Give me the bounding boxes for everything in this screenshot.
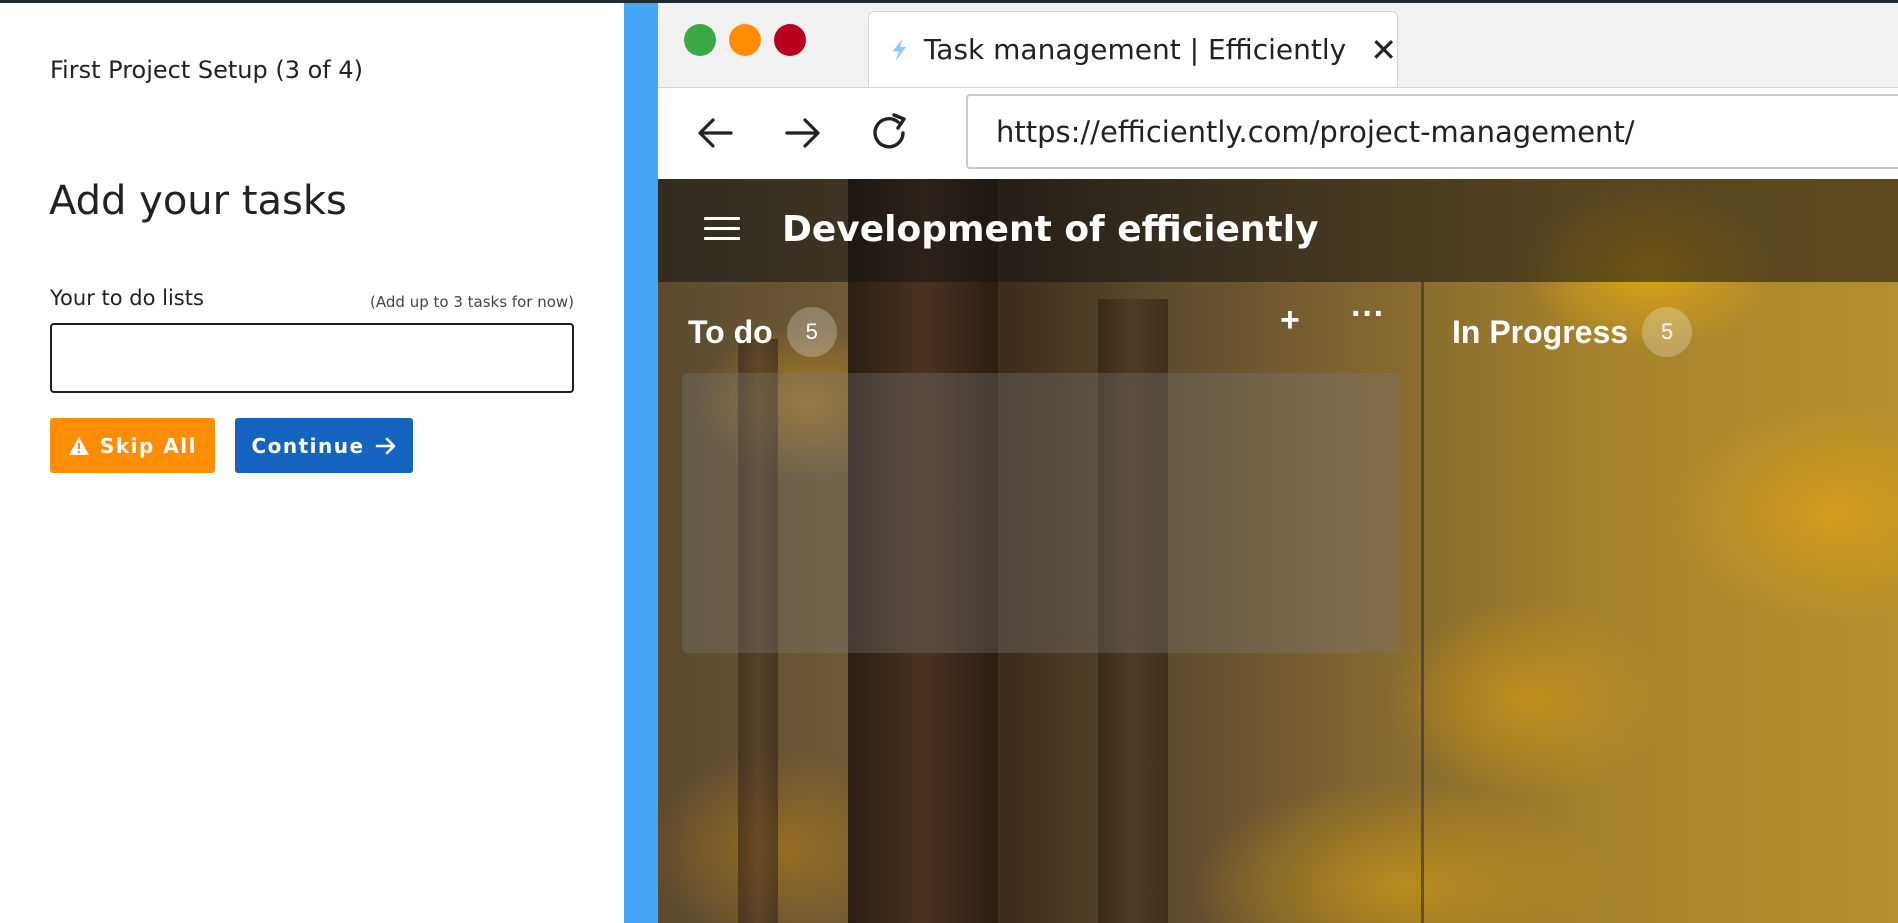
task-card-placeholder <box>682 373 1400 653</box>
address-bar[interactable]: https://efficiently.com/project-manageme… <box>966 94 1898 169</box>
column-title: In Progress <box>1452 313 1629 350</box>
board-header: Development of efficiently <box>658 179 1898 282</box>
task-count-badge: 5 <box>786 307 837 357</box>
reload-icon[interactable] <box>866 110 912 156</box>
url-text: https://efficiently.com/project-manageme… <box>996 114 1635 149</box>
column-title: To do <box>688 313 773 350</box>
skip-all-button[interactable]: Skip All <box>50 418 215 473</box>
column-header-in-progress: In Progress 5 <box>1452 307 1693 357</box>
skip-all-label: Skip All <box>99 433 198 458</box>
window-close-dot[interactable] <box>774 24 806 56</box>
setup-step-label: First Project Setup (3 of 4) <box>50 56 364 84</box>
more-options-icon[interactable]: ··· <box>1351 297 1385 331</box>
task-count-badge: 5 <box>1642 307 1693 357</box>
continue-label: Continue <box>251 433 365 458</box>
panel-divider <box>624 3 658 923</box>
todo-field-hint: (Add up to 3 tasks for now) <box>370 293 574 311</box>
add-task-icon[interactable]: + <box>1280 303 1300 337</box>
page-title: Add your tasks <box>49 178 347 224</box>
close-tab-icon[interactable]: ✕ <box>1370 34 1397 66</box>
lightning-icon <box>892 38 907 61</box>
arrow-right-icon <box>375 437 395 454</box>
window-minimize-dot[interactable] <box>729 24 761 56</box>
window-maximize-dot[interactable] <box>684 24 716 56</box>
setup-panel: First Project Setup (3 of 4) Add your ta… <box>0 3 624 923</box>
continue-button[interactable]: Continue <box>235 418 413 473</box>
tab-title: Task management | Efficiently <box>923 33 1347 66</box>
column-divider <box>1421 282 1424 923</box>
column-header-todo: To do 5 <box>688 307 837 357</box>
todo-field-label: Your to do lists <box>50 286 204 310</box>
back-arrow-icon[interactable] <box>692 110 738 156</box>
todo-input[interactable] <box>50 323 574 393</box>
warning-icon <box>68 436 89 455</box>
project-title: Development of efficiently <box>782 209 1319 250</box>
browser-tab[interactable]: Task management | Efficiently ✕ <box>868 11 1398 87</box>
browser-window: Task management | Efficiently ✕ https://… <box>658 3 1898 923</box>
menu-icon[interactable] <box>704 217 740 241</box>
browser-navbar: https://efficiently.com/project-manageme… <box>658 87 1898 179</box>
kanban-board: Development of efficiently To do 5 + ···… <box>658 179 1898 923</box>
forward-arrow-icon[interactable] <box>780 110 826 156</box>
